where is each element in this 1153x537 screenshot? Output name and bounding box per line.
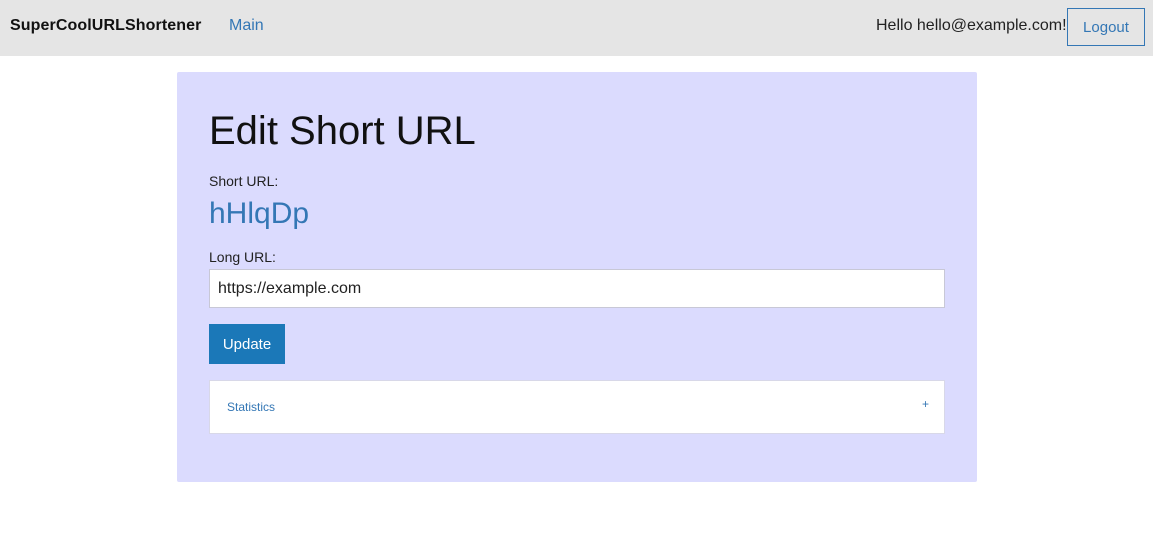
statistics-panel[interactable]: Statistics +: [209, 380, 945, 434]
long-url-input[interactable]: [209, 269, 945, 308]
short-url-link[interactable]: hHlqDp: [209, 197, 309, 231]
logout-button[interactable]: Logout: [1067, 8, 1145, 46]
long-url-label: Long URL:: [209, 249, 276, 265]
edit-url-card: Edit Short URL Short URL: hHlqDp Long UR…: [177, 72, 977, 482]
update-button[interactable]: Update: [209, 324, 285, 364]
user-greeting: Hello hello@example.com!: [876, 17, 1067, 34]
navbar: SuperCoolURLShortener Main Hello hello@e…: [0, 0, 1153, 56]
expand-plus-icon[interactable]: +: [922, 397, 929, 411]
page-title: Edit Short URL: [209, 109, 476, 153]
nav-link-main[interactable]: Main: [229, 17, 264, 35]
brand-logo-text[interactable]: SuperCoolURLShortener: [10, 17, 201, 35]
statistics-label[interactable]: Statistics: [227, 400, 275, 414]
short-url-label: Short URL:: [209, 173, 279, 189]
